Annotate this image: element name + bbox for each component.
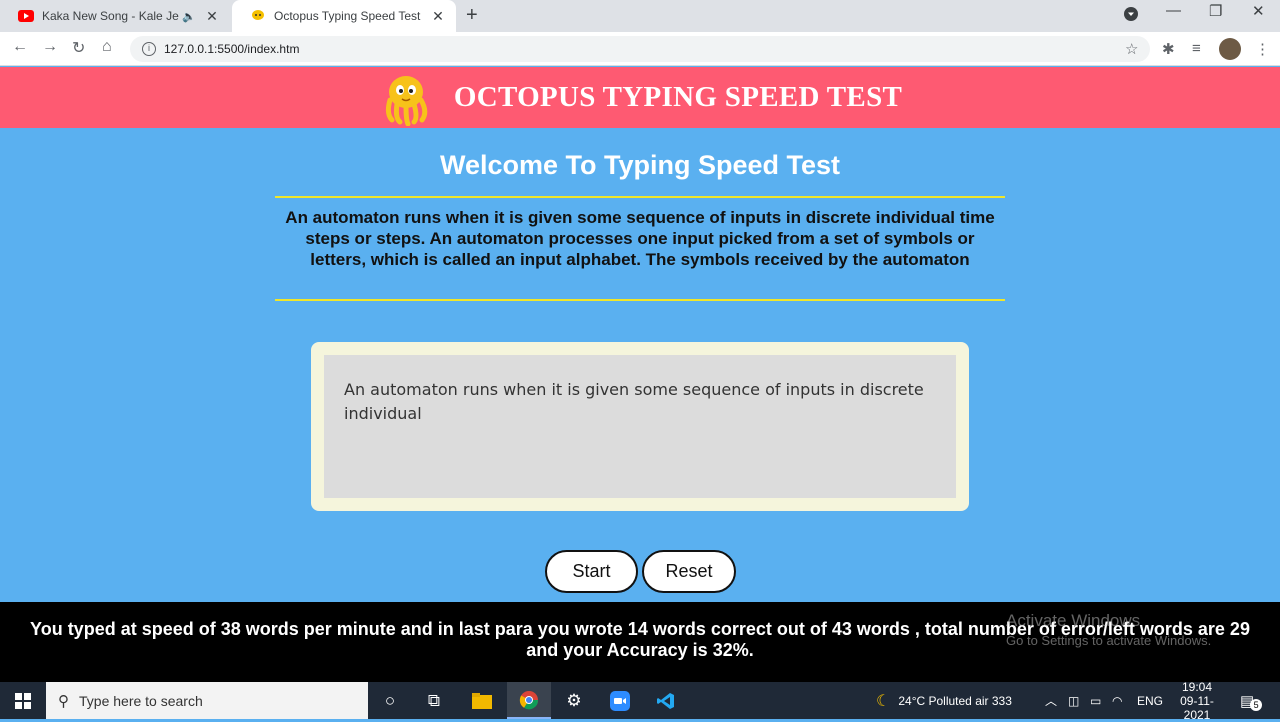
start-button[interactable]: Start — [545, 550, 638, 593]
meet-icon[interactable]: ◫ — [1068, 682, 1079, 719]
weather-widget[interactable]: ☾ 24°C Polluted air 333 — [876, 682, 1012, 719]
minimize-icon[interactable]: — — [1166, 2, 1181, 19]
clock-time: 19:04 — [1181, 679, 1213, 694]
activate-windows-title: Activate Windows — [1006, 611, 1141, 630]
profile-menu-icon[interactable] — [1124, 7, 1138, 25]
language-indicator[interactable]: ENG — [1137, 682, 1163, 719]
address-bar[interactable]: i 127.0.0.1:5500/index.htm — [130, 36, 1150, 62]
weather-text: 24°C Polluted air 333 — [898, 693, 1012, 708]
divider-top — [275, 196, 1005, 198]
search-icon: ⚲ — [58, 692, 69, 710]
new-tab-icon[interactable]: + — [466, 4, 478, 27]
taskbar-search-box[interactable]: ⚲ Type here to search — [46, 682, 368, 719]
typing-box: An automaton runs when it is given some … — [311, 342, 969, 511]
reload-icon[interactable]: ↻ — [72, 38, 85, 58]
close-icon[interactable]: ✕ — [204, 8, 220, 25]
clock-date: 09-11-2021 — [1180, 693, 1214, 722]
tab-youtube[interactable]: Kaka New Song - Kale Je Lib 🔈 ✕ — [0, 0, 230, 32]
browser-tab-bar: Kaka New Song - Kale Je Lib 🔈 ✕ Octopus … — [0, 0, 1280, 32]
file-explorer-icon[interactable] — [460, 682, 504, 719]
home-icon[interactable]: ⌂ — [102, 38, 112, 56]
back-icon[interactable]: ← — [12, 38, 28, 56]
chrome-icon[interactable] — [507, 682, 551, 719]
page-title: Welcome To Typing Speed Test — [439, 150, 841, 180]
tray-chevron-icon[interactable]: ︿ — [1045, 682, 1057, 719]
divider-bottom — [275, 299, 1005, 301]
site-header: OCTOPUS TYPING SPEED TEST — [0, 67, 1280, 128]
activate-windows-subtitle: Go to Settings to activate Windows. — [1006, 633, 1212, 648]
avatar[interactable] — [1219, 38, 1241, 60]
wifi-icon[interactable]: ◠ — [1112, 682, 1122, 719]
clock[interactable]: 19:04 09-11-2021 — [1168, 679, 1226, 722]
close-icon[interactable]: ✕ — [430, 8, 446, 25]
browser-toolbar: ← → ↻ ⌂ i 127.0.0.1:5500/index.htm ☆ ✱ ≡… — [0, 32, 1280, 66]
tab-title: Octopus Typing Speed Test — [274, 9, 421, 23]
search-placeholder: Type here to search — [79, 692, 203, 709]
info-icon[interactable]: i — [142, 42, 156, 56]
menu-icon[interactable]: ⋮ — [1255, 40, 1270, 58]
windows-taskbar: ⚲ Type here to search ○ ⧉ ⚙ ☾ 24°C Pollu… — [0, 679, 1280, 722]
notification-count: 5 — [1250, 698, 1263, 711]
forward-icon[interactable]: → — [42, 38, 58, 56]
youtube-icon — [18, 10, 34, 22]
battery-icon[interactable]: ▭ — [1090, 682, 1101, 719]
speaker-icon[interactable]: 🔈 — [182, 10, 196, 23]
moon-icon: ☾ — [876, 692, 891, 710]
typing-textarea[interactable]: An automaton runs when it is given some … — [324, 355, 956, 498]
maximize-icon[interactable]: ❐ — [1209, 2, 1222, 20]
reset-button[interactable]: Reset — [642, 550, 736, 593]
octopus-logo-icon — [385, 75, 428, 126]
test-paragraph: An automaton runs when it is given some … — [285, 208, 995, 269]
cortana-icon[interactable]: ○ — [368, 682, 412, 719]
tab-title: Kaka New Song - Kale Je Lib — [42, 9, 182, 23]
extensions-icon[interactable]: ✱ — [1162, 40, 1175, 58]
reading-list-icon[interactable]: ≡ — [1192, 40, 1201, 57]
star-icon[interactable]: ☆ — [1125, 40, 1138, 58]
close-window-icon[interactable]: ✕ — [1252, 2, 1265, 20]
settings-icon[interactable]: ⚙ — [552, 682, 596, 719]
vscode-icon[interactable] — [644, 682, 688, 719]
notifications-icon[interactable]: ▤ 5 — [1240, 682, 1263, 719]
site-title: OCTOPUS TYPING SPEED TEST — [453, 81, 903, 113]
windows-start-icon[interactable] — [0, 682, 46, 719]
url-text: 127.0.0.1:5500/index.htm — [164, 42, 300, 56]
tab-typing-test[interactable]: Octopus Typing Speed Test ✕ — [232, 0, 456, 32]
zoom-icon[interactable] — [598, 682, 642, 719]
octopus-icon — [252, 10, 264, 20]
task-view-icon[interactable]: ⧉ — [412, 682, 456, 719]
